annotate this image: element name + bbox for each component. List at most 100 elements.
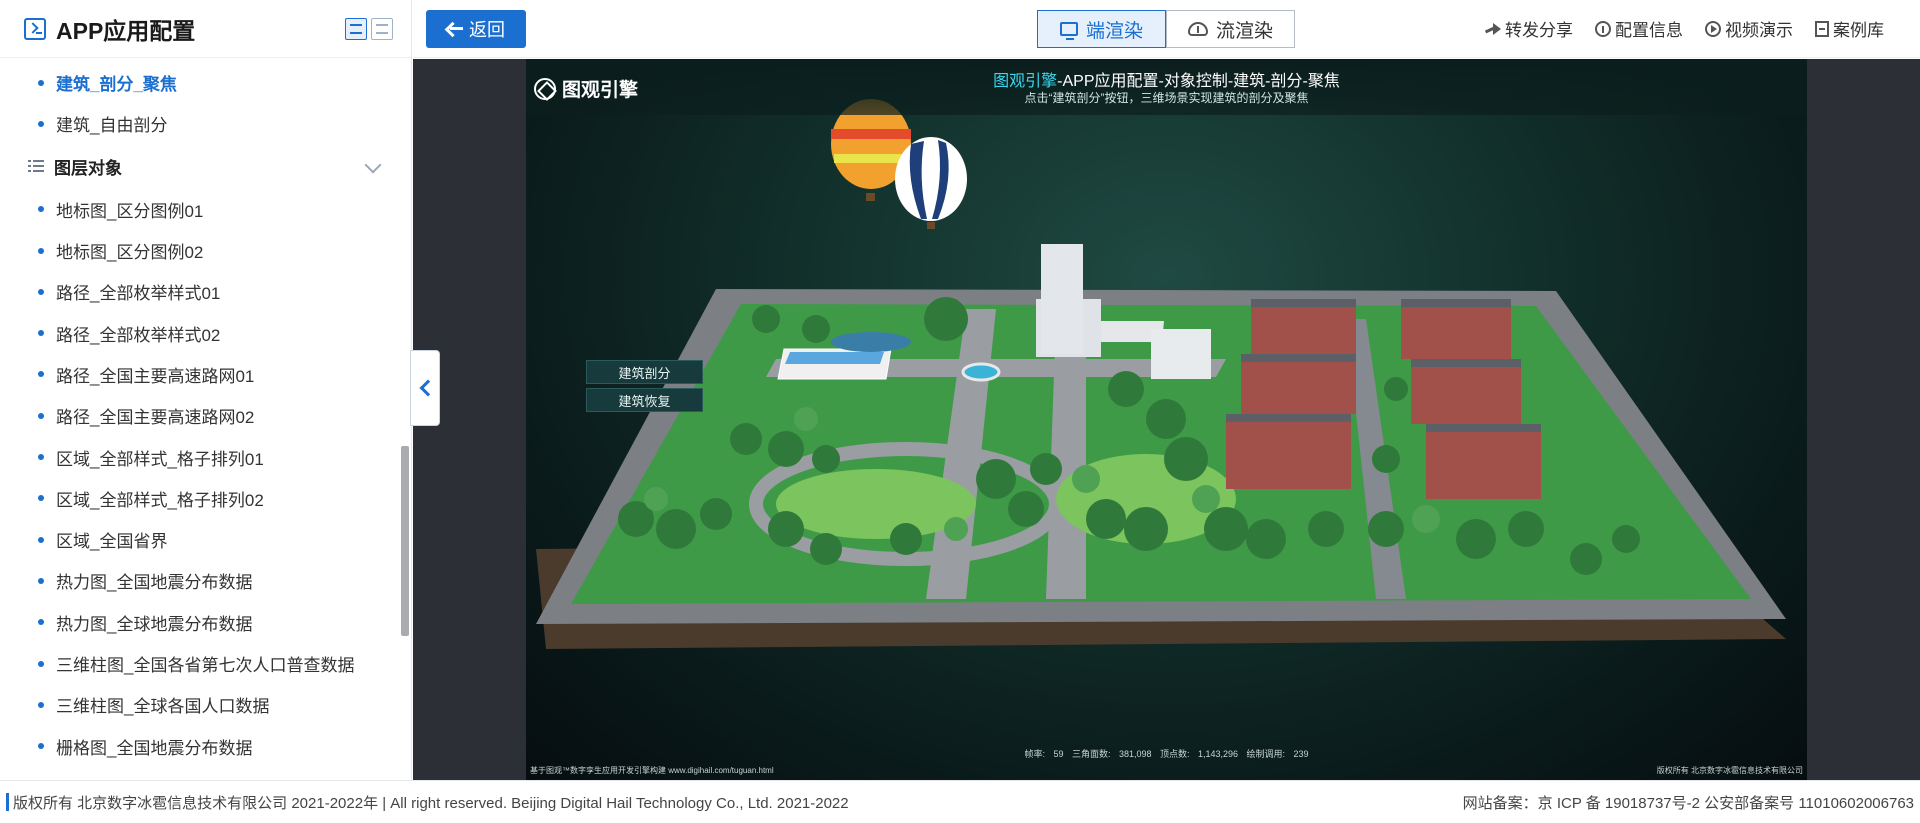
sidebar-item-layer[interactable]: 三维柱图_全国各省第七次人口普查数据 — [0, 643, 411, 684]
render-stats: 帧率: 59 三角面数: 381,098 顶点数: 1,143,296 绘制调用… — [1024, 749, 1309, 759]
sidebar: APP应用配置 建筑_剖分_聚焦 建筑_自由剖分 图层对象 地标图_区分图例01… — [0, 0, 412, 780]
building-restore-button[interactable]: 建筑恢复 — [586, 388, 703, 412]
sidebar-item-layer[interactable]: 热力图_全国地震分布数据 — [0, 560, 411, 601]
play-icon — [1705, 20, 1721, 37]
sidebar-item-label: 区域_全部样式_格子排列02 — [56, 490, 264, 510]
sidebar-item-label: 路径_全部枚举样式01 — [56, 284, 221, 304]
bullet-icon — [38, 79, 44, 86]
back-button-label: 返回 — [469, 20, 505, 40]
scene-title-highlight: 图观引擎 — [993, 73, 1058, 90]
footer-accent — [6, 793, 9, 811]
config-info-link[interactable]: 配置信息 — [1595, 16, 1683, 41]
config-info-label: 配置信息 — [1615, 21, 1683, 40]
scene-subtitle: 点击“建筑剖分”按钮，三维场景实现建筑的剖分及聚焦 — [1024, 91, 1309, 105]
sidebar-title: APP应用配置 — [56, 17, 196, 44]
topbar: 返回 端渲染 流渲染 转发分享 配置信息 视频演示 案例库 — [413, 0, 1920, 58]
chevron-down-icon — [364, 156, 382, 174]
collapse-sidebar-button[interactable] — [410, 350, 440, 426]
building-split-button[interactable]: 建筑剖分 — [586, 360, 703, 384]
share-icon — [1485, 22, 1501, 35]
scene-title: 图观引擎-APP应用配置-对象控制-建筑-剖分-聚焦 — [526, 67, 1807, 91]
bullet-icon — [38, 247, 44, 254]
info-icon — [1595, 20, 1611, 37]
bullet-icon — [38, 330, 44, 337]
image-view-icon[interactable] — [371, 18, 393, 40]
sidebar-item-label: 建筑_自由剖分 — [56, 116, 168, 136]
sidebar-item-layer[interactable]: 区域_全国省界 — [0, 519, 411, 560]
view-toggles — [345, 18, 393, 40]
sidebar-group-layer-objects[interactable]: 图层对象 — [0, 145, 411, 189]
sidebar-item-label: 三维柱图_全球各国人口数据 — [56, 697, 270, 717]
render-mode-tabs: 端渲染 流渲染 — [1037, 10, 1295, 48]
sidebar-item-layer[interactable]: 区域_全部样式_格子排列02 — [0, 478, 411, 519]
footer-copyright: 版权所有 北京数字冰雹信息技术有限公司 2021-2022年 | All rig… — [13, 794, 849, 812]
sidebar-item-layer[interactable]: 三维柱图_全球各国人口数据 — [0, 684, 411, 725]
tab-client-render[interactable]: 端渲染 — [1037, 10, 1166, 48]
cloud-download-icon — [1187, 22, 1208, 36]
library-icon — [1815, 20, 1829, 37]
sidebar-item-layer[interactable]: 地标图_区分图例02 — [0, 230, 411, 271]
sidebar-item-layer[interactable]: 路径_全部枚举样式01 — [0, 271, 411, 312]
sidebar-item-layer[interactable]: 热力图_全球地震分布数据 — [0, 602, 411, 643]
bullet-icon — [38, 577, 44, 584]
scene-copyright: 版权所有 北京数字冰雹信息技术有限公司 — [1656, 766, 1803, 775]
tab-stream-render[interactable]: 流渲染 — [1166, 10, 1295, 48]
sidebar-item-label: 区域_全部样式_格子排列01 — [56, 449, 264, 469]
bullet-icon — [38, 743, 44, 750]
back-button[interactable]: 返回 — [426, 10, 526, 48]
campus-scene — [536, 99, 1786, 649]
sidebar-item-label: 热力图_全国地震分布数据 — [56, 573, 253, 593]
tab-label: 流渲染 — [1215, 20, 1273, 42]
engine-credit: 基于图观™数字孪生应用开发引擎构建 www.digihail.com/tugua… — [530, 766, 774, 775]
page-footer: 版权所有 北京数字冰雹信息技术有限公司 2021-2022年 | All rig… — [0, 780, 1920, 823]
hot-air-balloon-blue — [895, 137, 967, 229]
share-link-label: 转发分享 — [1505, 21, 1573, 40]
sidebar-item-layer[interactable]: 路径_全国主要高速路网02 — [0, 395, 411, 436]
sidebar-item-layer[interactable]: 路径_全部枚举样式02 — [0, 312, 411, 353]
video-demo-link[interactable]: 视频演示 — [1705, 16, 1793, 41]
bullet-icon — [38, 371, 44, 378]
chevron-left-icon — [419, 379, 436, 397]
sidebar-item-label: 路径_全部枚举样式02 — [56, 325, 221, 345]
sidebar-header: APP应用配置 — [0, 0, 411, 58]
case-library-label: 案例库 — [1833, 21, 1884, 40]
bullet-icon — [38, 288, 44, 295]
sidebar-item-layer[interactable]: 栅格图_全国地震分布数据 — [0, 725, 411, 766]
footer-icp: 网站备案：京 ICP 备 19018737号-2 公安部备案号 11010602… — [1462, 794, 1914, 812]
sidebar-group-label: 图层对象 — [54, 159, 122, 179]
sidebar-item-layer[interactable]: 路径_全国主要高速路网01 — [0, 354, 411, 395]
bullet-icon — [38, 536, 44, 543]
list-icon — [28, 160, 44, 173]
scene-title-rest: -APP应用配置-对象控制-建筑-剖分-聚焦 — [1057, 73, 1340, 90]
bullet-icon — [38, 495, 44, 502]
sidebar-scrollbar[interactable] — [401, 446, 409, 636]
sidebar-item-label: 路径_全国主要高速路网02 — [56, 408, 255, 428]
terminal-icon — [24, 17, 46, 40]
sidebar-item-label: 地标图_区分图例01 — [56, 201, 204, 221]
sidebar-item-layer[interactable]: 区域_全部样式_格子排列01 — [0, 436, 411, 477]
sidebar-item-label: 建筑_剖分_聚焦 — [56, 75, 177, 95]
sidebar-item-building-free-split[interactable]: 建筑_自由剖分 — [0, 103, 411, 144]
bullet-icon — [38, 206, 44, 213]
sidebar-item-label: 栅格图_全国地震分布数据 — [56, 738, 253, 758]
bullet-icon — [38, 701, 44, 708]
sidebar-item-label: 区域_全国省界 — [56, 532, 168, 552]
bullet-icon — [38, 660, 44, 667]
bullet-icon — [38, 412, 44, 419]
video-demo-label: 视频演示 — [1725, 21, 1793, 40]
monitor-icon — [1059, 22, 1078, 40]
sidebar-item-layer[interactable]: 地标图_区分图例01 — [0, 189, 411, 230]
share-link[interactable]: 转发分享 — [1485, 16, 1573, 41]
bullet-icon — [38, 454, 44, 461]
sidebar-item-building-split-focus[interactable]: 建筑_剖分_聚焦 — [0, 62, 411, 103]
back-arrow-icon — [447, 22, 463, 36]
bullet-icon — [38, 619, 44, 626]
stage: 图观引擎 图观引擎-APP应用配置-对象控制-建筑-剖分-聚焦 点击“建筑剖分”… — [413, 59, 1920, 780]
sidebar-item-label: 热力图_全球地震分布数据 — [56, 614, 253, 634]
sidebar-item-label: 地标图_区分图例02 — [56, 243, 204, 263]
scene-viewport[interactable]: 图观引擎 图观引擎-APP应用配置-对象控制-建筑-剖分-聚焦 点击“建筑剖分”… — [526, 59, 1807, 780]
sidebar-item-label: 路径_全国主要高速路网01 — [56, 366, 255, 386]
list-view-icon[interactable] — [345, 18, 367, 40]
case-library-link[interactable]: 案例库 — [1815, 16, 1884, 41]
top-links: 转发分享 配置信息 视频演示 案例库 — [1485, 16, 1884, 41]
